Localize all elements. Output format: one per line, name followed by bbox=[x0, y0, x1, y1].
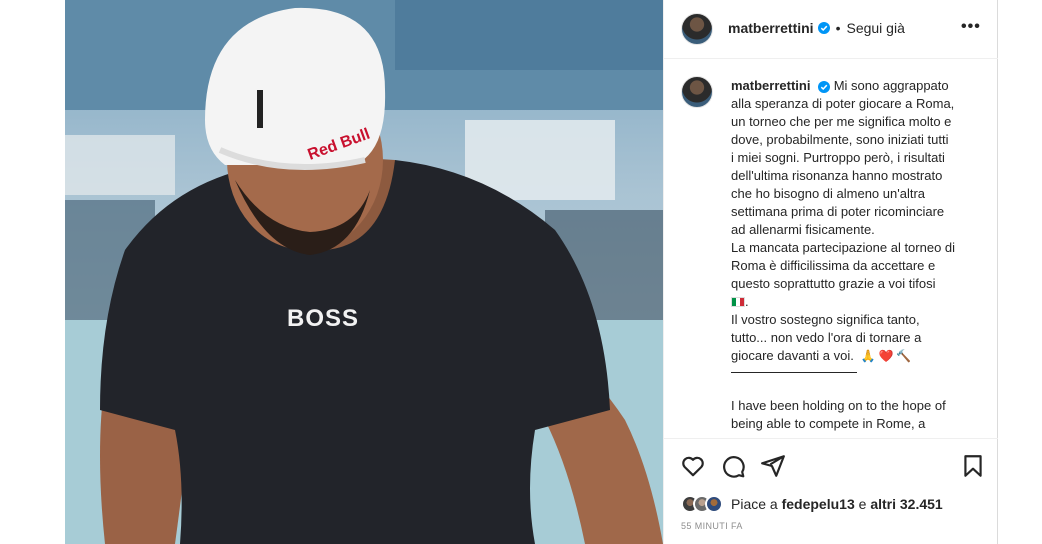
separator-dot: • bbox=[835, 20, 841, 36]
caption-line: dell'ultima risonanza hanno mostrato bbox=[731, 168, 943, 183]
backdrop-left bbox=[0, 0, 65, 544]
caption-line: che ho bisogno di almeno un'altra bbox=[731, 186, 926, 201]
likes-row[interactable]: Piace a fedepelu13 e altri 32.451 bbox=[681, 495, 943, 513]
verified-badge-icon bbox=[818, 80, 831, 93]
caption-line: dove, probabilmente, sono iniziati tutti bbox=[731, 132, 949, 147]
caption-last-line: giocare davanti a voi. 🙏 ❤️ 🔨 bbox=[731, 347, 981, 365]
caption-flag-line: . bbox=[731, 293, 981, 311]
caption-line: La mancata partecipazione al torneo di bbox=[731, 240, 956, 255]
liker-avatar bbox=[705, 495, 723, 513]
post-photo[interactable]: Red Bull BOSS bbox=[65, 0, 663, 544]
caption-line: tutto... non vedo l'ora di tornare a bbox=[731, 330, 922, 345]
shirt-logo-text: BOSS bbox=[287, 305, 359, 332]
caption-line: Mi sono aggrappato bbox=[833, 78, 949, 93]
caption-line: i miei sogni. Purtroppo però, i risultat… bbox=[731, 150, 945, 165]
pray-emoji-icon: 🙏 bbox=[860, 349, 876, 363]
likes-middle: e bbox=[858, 496, 867, 512]
verified-badge-icon bbox=[817, 22, 830, 34]
post-timestamp[interactable]: 55 minuti fa bbox=[681, 521, 743, 531]
hammer-emoji-icon: 🔨 bbox=[896, 349, 912, 363]
post-actions: Piace a fedepelu13 e altri 32.451 55 min… bbox=[664, 438, 999, 544]
heart-emoji-icon: ❤️ bbox=[878, 349, 894, 363]
caption-line-en: I have been holding on to the hope of bbox=[731, 398, 946, 413]
caption-line: ad allenarmi fisicamente. bbox=[731, 222, 875, 237]
likes-prefix: Piace a bbox=[731, 496, 778, 512]
player-illustration: Red Bull BOSS bbox=[65, 0, 663, 544]
caption-line: Roma è difficilissima da accettare e bbox=[731, 258, 936, 273]
caption-line: alla speranza di poter giocare a Roma, bbox=[731, 96, 955, 111]
follow-status-button[interactable]: Segui già bbox=[846, 20, 904, 36]
caption-scroll-area[interactable]: matberrettini Mi sono aggrappato alla sp… bbox=[664, 60, 999, 438]
likes-text: Piace a fedepelu13 e altri 32.451 bbox=[731, 496, 943, 512]
post-header: matberrettini • Segui già ••• bbox=[664, 0, 999, 59]
caption-text: matberrettini Mi sono aggrappato alla sp… bbox=[731, 77, 981, 433]
caption-first-line: matberrettini Mi sono aggrappato bbox=[731, 77, 981, 95]
caption-divider bbox=[731, 372, 857, 373]
backdrop-right bbox=[998, 0, 1042, 544]
likes-count-link[interactable]: altri 32.451 bbox=[870, 496, 942, 512]
caption-line: giocare davanti a voi. bbox=[731, 348, 854, 363]
heart-icon[interactable] bbox=[680, 453, 706, 479]
caption-line: settimana prima di poter ricominciare bbox=[731, 204, 945, 219]
bookmark-icon[interactable] bbox=[960, 453, 986, 479]
caption-username[interactable]: matberrettini bbox=[731, 78, 810, 93]
header-user-row: matberrettini • Segui già bbox=[728, 20, 905, 36]
instagram-post-modal: Red Bull BOSS matberrettini • Segui già … bbox=[0, 0, 1042, 544]
likes-user-link[interactable]: fedepelu13 bbox=[782, 496, 855, 512]
caption-line: questo soprattutto grazie a voi tifosi bbox=[731, 276, 936, 291]
share-icon[interactable] bbox=[760, 453, 786, 479]
author-avatar[interactable] bbox=[681, 13, 713, 45]
caption-line: Il vostro sostegno significa tanto, bbox=[731, 312, 920, 327]
caption-author-avatar[interactable] bbox=[681, 76, 713, 108]
comment-icon[interactable] bbox=[720, 453, 746, 479]
caption-line: un torneo che per me significa molto e bbox=[731, 114, 952, 129]
caption-flag-suffix: . bbox=[745, 294, 749, 309]
italy-flag-icon bbox=[731, 297, 745, 307]
more-horizontal-icon[interactable]: ••• bbox=[961, 18, 981, 36]
author-username[interactable]: matberrettini bbox=[728, 20, 814, 36]
post-side-panel: matberrettini • Segui già ••• matberrett… bbox=[663, 0, 999, 544]
caption-line-en: being able to compete in Rome, a bbox=[731, 416, 926, 431]
